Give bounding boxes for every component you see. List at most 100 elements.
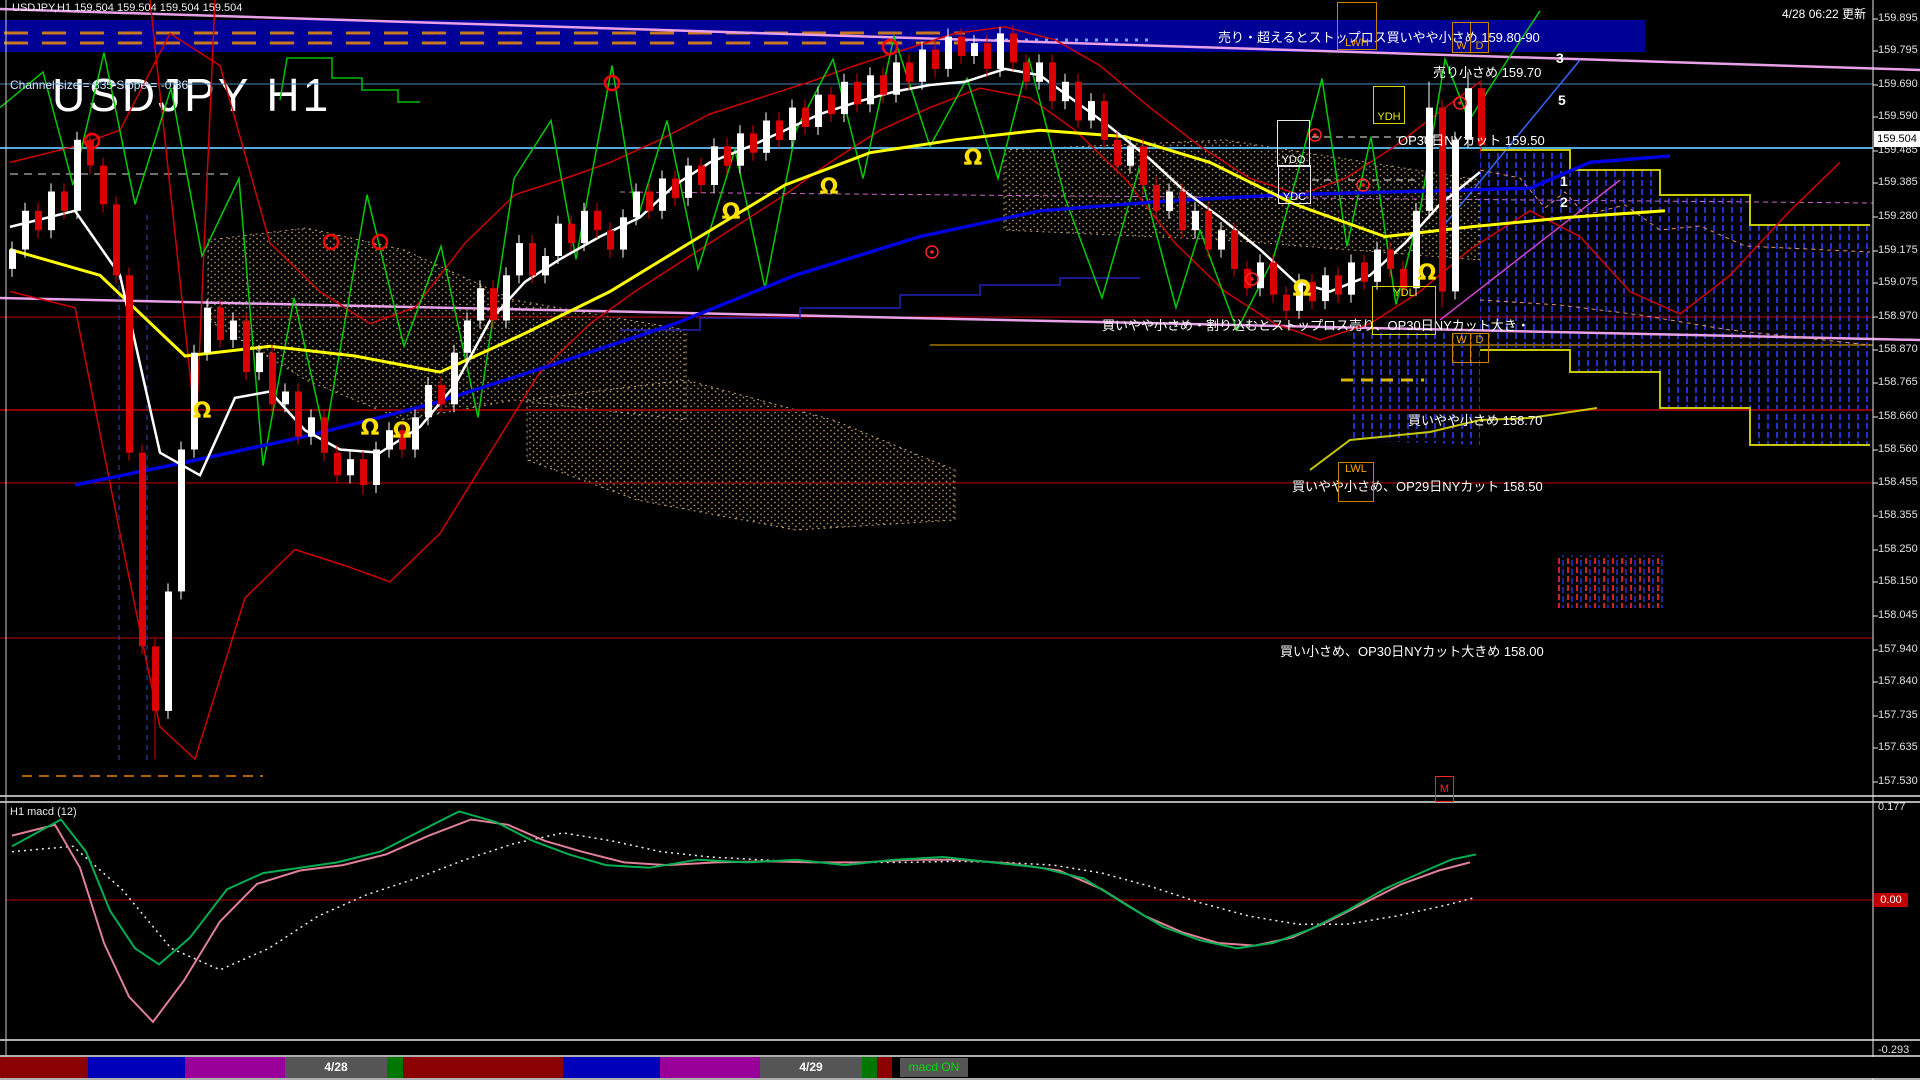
- candle-body: [997, 33, 1004, 69]
- candle-body: [802, 108, 809, 127]
- candle-body: [750, 133, 757, 152]
- note-sell-15970: 売り小さめ 159.70: [1433, 62, 1541, 81]
- candle-body: [1179, 192, 1186, 231]
- price-axis-tick: 158.455: [1878, 476, 1918, 488]
- candle-body: [1335, 275, 1342, 294]
- candle-body: [932, 50, 939, 69]
- timeline-segment: [403, 1057, 563, 1078]
- price-axis-tick: 158.250: [1878, 543, 1918, 555]
- lwl-box: LWL: [1338, 462, 1374, 502]
- candle-body: [581, 211, 588, 243]
- candle-body: [451, 353, 458, 405]
- candle-body: [672, 179, 679, 198]
- candle-body: [373, 450, 380, 486]
- candle-body: [1166, 192, 1173, 211]
- chart-canvas[interactable]: ΩΩΩΩΩΩΩΩ: [0, 0, 1920, 1080]
- candle-body: [1361, 262, 1368, 281]
- price-axis-tick: 159.895: [1878, 12, 1918, 24]
- timeline-segment: [877, 1057, 892, 1078]
- target-dot-icon: [1313, 133, 1317, 137]
- w-low-box: W: [1452, 333, 1471, 363]
- candle-body: [503, 275, 510, 320]
- candle-body: [1023, 62, 1030, 81]
- candle-body: [945, 37, 952, 69]
- candle-body: [1153, 185, 1160, 211]
- timeline-segment: [892, 1057, 1920, 1078]
- candle-body: [1374, 250, 1381, 282]
- macd-zero-tag: 0.00: [1874, 893, 1908, 907]
- timeline-segment: [387, 1057, 403, 1078]
- candle-body: [1075, 82, 1082, 121]
- candle-body: [1283, 295, 1290, 311]
- note-buy-stop: 買いやや小さめ・割り込むとストップロス売り、OP30日NYカット大き・: [1102, 315, 1530, 334]
- ydc-box: YDC: [1278, 165, 1311, 204]
- candle-body: [737, 133, 744, 165]
- price-axis-tick: 159.795: [1878, 44, 1918, 56]
- macd-pink-line: [12, 820, 1470, 1022]
- candle-body: [425, 385, 432, 417]
- timeline-segment: [660, 1057, 760, 1078]
- candle-body: [412, 417, 419, 449]
- price-axis-tick: 159.175: [1878, 244, 1918, 256]
- candle-body: [542, 256, 549, 275]
- candle-body: [1114, 140, 1121, 166]
- note-buy-15870: 買いやや小さめ 158.70: [1408, 410, 1542, 429]
- candle-body: [1127, 146, 1134, 165]
- candle-body: [477, 288, 484, 320]
- omega-signal-icon: Ω: [820, 175, 839, 200]
- candle-body: [464, 321, 471, 353]
- price-axis-tick: 159.590: [1878, 110, 1918, 122]
- candle-body: [22, 211, 29, 250]
- candle-body: [347, 459, 354, 475]
- kumo-cloud-small: [1556, 555, 1666, 608]
- note-buy-15850: 買いやや小さめ、OP29日NYカット 158.50: [1292, 476, 1543, 495]
- candle-body: [308, 417, 315, 436]
- candle-body: [113, 204, 120, 275]
- d-low-box: D: [1470, 333, 1489, 363]
- candle-body: [685, 166, 692, 198]
- candle-body: [1088, 101, 1095, 120]
- price-axis-tick: 157.840: [1878, 675, 1918, 687]
- timeline-segment: [88, 1057, 185, 1078]
- candle-body: [1192, 211, 1199, 230]
- candle-body: [256, 353, 263, 372]
- omega-signal-icon: Ω: [1293, 277, 1312, 302]
- quote-line: USDJPY,H1 159.504 159.504 159.504 159.50…: [12, 2, 242, 14]
- price-axis-tick: 158.045: [1878, 609, 1918, 621]
- omega-signal-icon: Ω: [393, 419, 412, 444]
- candle-body: [516, 243, 523, 275]
- candle-body: [360, 459, 367, 485]
- candle-body: [295, 392, 302, 437]
- candle-body: [776, 121, 783, 140]
- price-axis-tick: 158.660: [1878, 410, 1918, 422]
- candle-body: [230, 321, 237, 340]
- line-number-label: 2: [1560, 194, 1568, 210]
- candle-body: [334, 453, 341, 476]
- candle-body: [763, 121, 770, 153]
- line-number-label: 5: [1558, 92, 1566, 108]
- channel-info-label: Channel size = 835 Slope = -0.86: [10, 78, 188, 92]
- candle-body: [282, 392, 289, 405]
- timeline-segment: 4/29: [760, 1057, 862, 1078]
- candle-body: [87, 140, 94, 166]
- price-axis-tick: 158.870: [1878, 343, 1918, 355]
- candle-body: [9, 250, 16, 269]
- d-top-box: D: [1470, 22, 1489, 53]
- macd-green-line: [12, 811, 1476, 964]
- overlay-line: [150, 0, 215, 430]
- candle-body: [724, 146, 731, 165]
- candle-body: [490, 288, 497, 320]
- lwh-box: LWH: [1337, 2, 1377, 50]
- candle-body: [1218, 230, 1225, 249]
- candle-body: [594, 211, 601, 230]
- timeline-segment: [862, 1057, 877, 1078]
- candle-body: [61, 192, 68, 211]
- candle-body: [867, 75, 874, 104]
- note-buy-15800: 買い小さめ、OP30日NYカット大きめ 158.00: [1280, 641, 1544, 660]
- candle-body: [1062, 82, 1069, 101]
- omega-signal-icon: Ω: [1418, 261, 1437, 286]
- candle-body: [243, 321, 250, 373]
- target-dot-icon: [1361, 183, 1365, 187]
- w-top-box: W: [1452, 22, 1471, 53]
- candle-body: [971, 43, 978, 56]
